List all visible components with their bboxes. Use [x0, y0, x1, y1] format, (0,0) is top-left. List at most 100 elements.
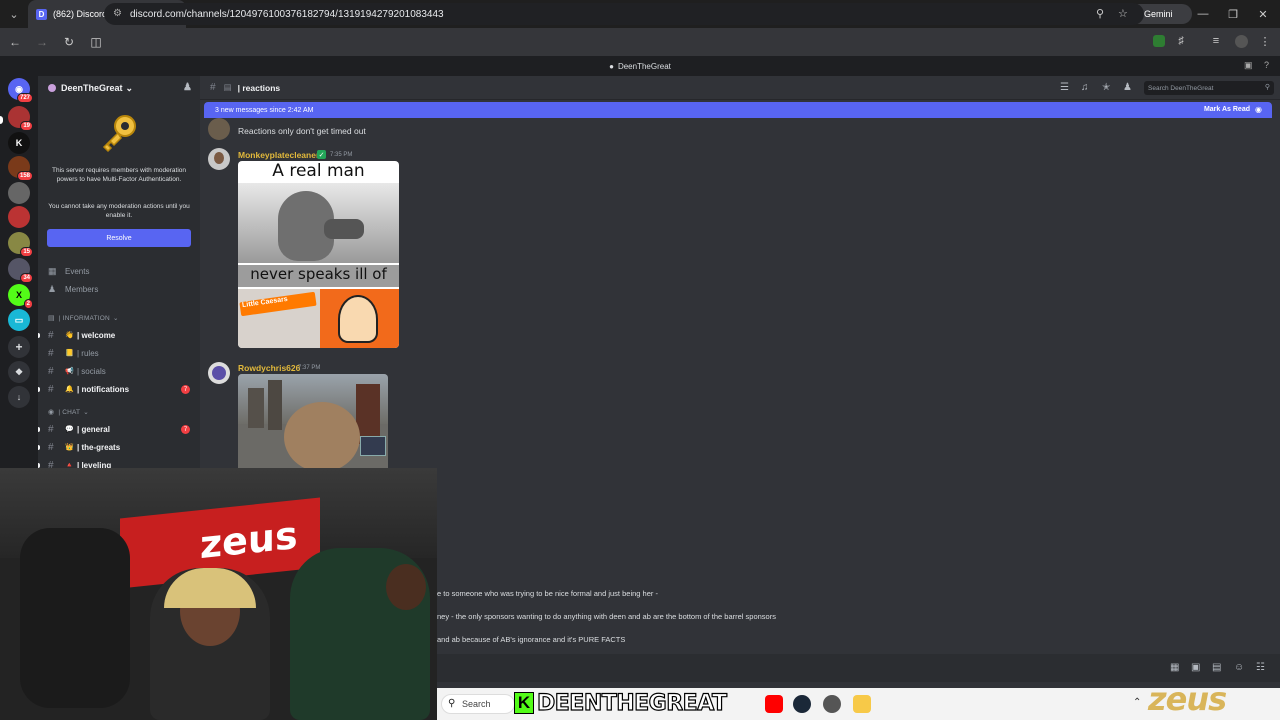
kick-server-icon[interactable]: X2 — [8, 284, 33, 309]
mfa-subnotice: You cannot take any moderation actions u… — [48, 203, 190, 219]
nav-members[interactable]: ♟ Members — [48, 282, 98, 296]
channel-item[interactable]: # 👑 | the-greats — [38, 439, 194, 455]
new-messages-bar[interactable]: 3 new messages since 2:42 AM Mark As Rea… — [204, 102, 1272, 118]
server-avatar-icon — [48, 84, 56, 92]
zoom-icon[interactable]: ⚲ — [1096, 7, 1104, 20]
bookmark-star-icon[interactable]: ☆ — [1118, 7, 1128, 20]
address-bar-row: ← → ↻ ◫ — [0, 28, 1280, 56]
search-input[interactable]: Search DeenTheGreat ⚲ — [1144, 81, 1274, 95]
extensions-puzzle-icon[interactable]: ♯ — [1170, 30, 1192, 52]
server-icon[interactable]: K — [8, 132, 30, 154]
server-icon[interactable] — [8, 182, 30, 204]
apps-icon[interactable]: ☷ — [1256, 662, 1265, 673]
channel-item[interactable]: # 📢 | socials — [48, 363, 194, 379]
avatar[interactable] — [208, 362, 230, 384]
message-composer[interactable] — [437, 654, 1280, 682]
calendar-icon: ▦ — [48, 265, 57, 276]
obs-icon[interactable] — [823, 695, 841, 713]
server-icon[interactable] — [8, 206, 30, 228]
server-icon[interactable]: 34 — [8, 258, 33, 283]
channel-emoji-icon: 📢 — [65, 368, 74, 375]
gif-icon[interactable]: ▣ — [1191, 662, 1200, 673]
browser-menu-icon[interactable]: ⋮ — [1254, 30, 1276, 52]
emoji-icon[interactable]: ☺ — [1234, 662, 1244, 673]
server-icon[interactable]: ▭ — [8, 309, 30, 331]
help-icon[interactable]: ? — [1264, 60, 1269, 70]
nav-events-label: Events — [65, 266, 90, 276]
resolve-button[interactable]: Resolve — [47, 229, 191, 247]
message-timestamp: 7:37 PM — [298, 365, 321, 371]
close-window-icon[interactable]: ✕ — [1248, 0, 1278, 28]
tab-favicon-icon: D — [36, 8, 47, 20]
add-server-icon[interactable]: + — [8, 336, 30, 358]
server-mini-icon: ● — [609, 61, 614, 71]
discover-compass-icon[interactable]: ❖ — [8, 361, 30, 383]
channel-hash-icon: # — [48, 423, 54, 435]
profile-avatar-icon[interactable] — [1230, 30, 1252, 52]
category-information[interactable]: ▤ | INFORMATION ⌄ — [48, 312, 119, 324]
restore-icon[interactable]: ❐ — [1218, 0, 1248, 28]
nav-members-label: Members — [65, 284, 99, 294]
file-explorer-icon[interactable] — [853, 695, 871, 713]
channel-item[interactable]: # 📒 | rules — [48, 345, 194, 361]
forward-arrow-icon[interactable]: → — [30, 30, 54, 54]
youtube-icon[interactable] — [765, 695, 783, 713]
chevron-up-icon[interactable]: ⌃ — [1133, 697, 1141, 708]
kick-name-overlay: K DEENTHEGREAT — [514, 690, 728, 716]
meme-image[interactable]: A real man never speaks ill of Little Ca… — [238, 161, 399, 348]
server-icon[interactable]: 15 — [8, 232, 33, 257]
extension-badge-icon[interactable] — [1148, 30, 1170, 52]
notification-bell-icon[interactable]: ♫ — [1081, 82, 1089, 93]
sticker-icon[interactable]: ▤ — [1212, 662, 1221, 673]
message-text: e to someone who was trying to be nice f… — [437, 589, 658, 598]
category-chat[interactable]: ◉ | CHAT ⌄ — [48, 406, 89, 418]
channel-sidebar: DeenTheGreat ⌄ ♟ This server requires me… — [38, 76, 200, 471]
invite-user-icon[interactable]: ♟ — [183, 82, 192, 93]
server-header[interactable]: DeenTheGreat ⌄ ♟ — [38, 76, 200, 100]
avatar[interactable] — [208, 148, 230, 170]
home-badge: 727 — [16, 93, 33, 103]
window-title: DeenTheGreat — [617, 61, 671, 71]
channel-emoji-icon: 👋 — [65, 332, 74, 339]
steam-icon[interactable] — [793, 695, 811, 713]
discord-home-icon[interactable]: ◉ 727 — [8, 78, 33, 103]
mark-as-read-button[interactable]: Mark As Read — [1204, 106, 1250, 113]
unread-indicator — [38, 386, 40, 392]
back-arrow-icon[interactable]: ← — [3, 30, 27, 54]
message-author[interactable]: Rowdychris626 — [238, 363, 300, 373]
reload-icon[interactable]: ↻ — [57, 30, 81, 54]
taskbar-search[interactable]: ⚲ Search — [441, 694, 515, 714]
gift-icon[interactable]: ▦ — [1170, 662, 1179, 673]
clipboard-icon: ▤ — [48, 315, 55, 322]
server-icon[interactable]: 19 — [8, 106, 33, 131]
zeus-logo: zeus — [1148, 680, 1227, 718]
unread-indicator — [38, 426, 40, 432]
store-photo: Little Caesars — [238, 289, 320, 348]
threads-icon[interactable]: ☰ — [1060, 82, 1069, 93]
channel-header: # ▤ | reactions — [200, 76, 1280, 100]
attachment-image[interactable] — [238, 374, 388, 468]
sidebar-toggle-icon[interactable]: ◫ — [84, 30, 108, 54]
channel-name: | general — [77, 424, 110, 434]
tab-search-icon[interactable]: ⌄ — [0, 0, 28, 28]
download-icon[interactable]: ↓ — [8, 386, 30, 408]
channel-item[interactable]: # 👋 | welcome — [38, 327, 194, 343]
nav-events[interactable]: ▦ Events — [48, 264, 89, 278]
avatar[interactable] — [208, 118, 230, 140]
message-text: ney - the only sponsors wanting to do an… — [437, 612, 776, 621]
server-icon[interactable]: 158 — [8, 156, 33, 181]
media-queue-icon[interactable]: ≡ — [1205, 30, 1227, 52]
site-info-icon[interactable]: ⚙ — [113, 8, 122, 19]
channel-item[interactable]: # 🔔 | notifications 7 — [38, 381, 194, 397]
inbox-icon[interactable]: ▣ — [1244, 60, 1253, 71]
pin-icon[interactable]: ✭ — [1102, 82, 1110, 93]
channel-hash-icon: # — [210, 82, 216, 93]
channel-item[interactable]: # 💬 | general 7 — [38, 421, 194, 437]
url-field[interactable]: ⚙ discord.com/channels/12049761003761827… — [104, 3, 1144, 25]
message-author[interactable]: Monkeyplatecleaner — [238, 150, 319, 160]
members-icon: ♟ — [48, 283, 57, 294]
member-list-icon[interactable]: ♟ — [1123, 82, 1132, 93]
minimize-icon[interactable]: — — [1188, 0, 1218, 28]
new-messages-text: 3 new messages since 2:42 AM — [215, 106, 314, 114]
meme-bottom-caption: never speaks ill of — [238, 265, 399, 287]
